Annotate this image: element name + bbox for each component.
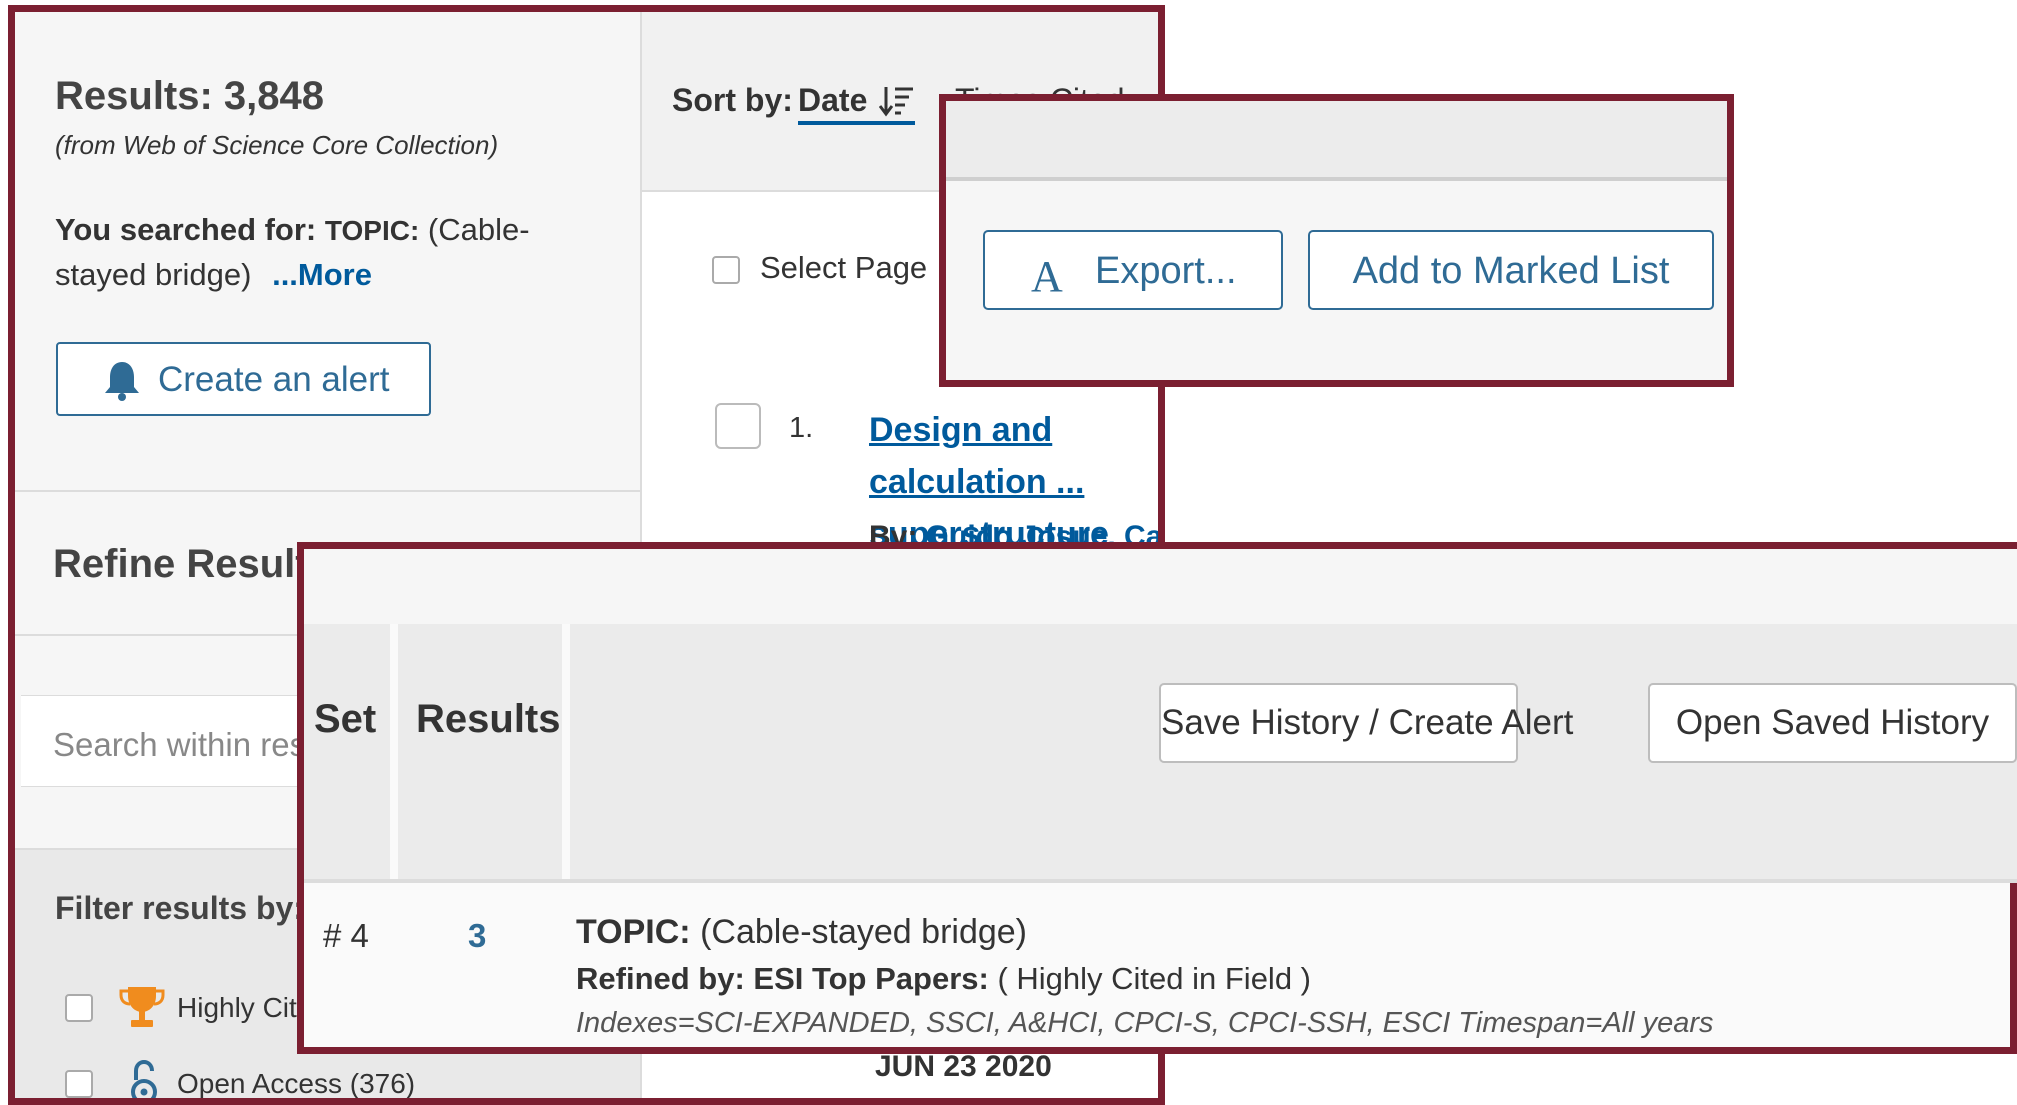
- history-result-count-link[interactable]: 3: [468, 917, 486, 955]
- export-label: Export...: [1095, 250, 1237, 292]
- save-history-button[interactable]: Save History / Create Alert: [1159, 683, 1574, 763]
- open-saved-history-label: Open Saved History: [1675, 703, 1990, 742]
- sort-date-label: Date: [798, 82, 868, 118]
- searched-field: TOPIC:: [324, 215, 420, 246]
- filter-open-access[interactable]: Open Access (376): [177, 1068, 415, 1098]
- divider: [304, 879, 2017, 883]
- open-saved-history-button[interactable]: Open Saved History: [1648, 683, 2017, 763]
- results-source: (from Web of Science Core Collection): [55, 130, 499, 160]
- search-history-panel: Set Results Save History / Create Alert …: [297, 542, 2017, 1054]
- highly-cited-checkbox[interactable]: [65, 994, 93, 1022]
- record-checkbox[interactable]: [715, 403, 761, 449]
- filter-label: Filter results by:: [55, 890, 304, 926]
- select-page-checkbox[interactable]: [712, 256, 740, 284]
- history-set-number: # 4: [323, 917, 369, 954]
- refined-label: Refined by: ESI Top Papers:: [576, 961, 989, 996]
- topic-value: (Cable-stayed bridge): [700, 913, 1027, 951]
- divider: [15, 490, 642, 492]
- sort-label: Sort by:: [672, 82, 793, 118]
- refine-title: Refine Results: [53, 542, 331, 586]
- history-refined: Refined by: ESI Top Papers: ( Highly Cit…: [576, 961, 1311, 997]
- export-panel: A Export... Add to Marked List: [939, 94, 1734, 387]
- open-access-checkbox[interactable]: [65, 1070, 93, 1098]
- text-a-icon: A: [1031, 252, 1063, 301]
- results-header: Results: [416, 697, 561, 741]
- select-page-label[interactable]: Select Page: [760, 250, 927, 286]
- export-button[interactable]: A Export...: [983, 230, 1283, 310]
- set-header: Set: [314, 697, 377, 741]
- results-count: Results: 3,848: [55, 74, 325, 118]
- trophy-icon: [118, 984, 166, 1030]
- add-to-marked-list-button[interactable]: Add to Marked List: [1308, 230, 1714, 310]
- save-history-label: Save History / Create Alert: [1161, 703, 1574, 742]
- bell-icon: [102, 360, 142, 402]
- search-summary: You searched for: TOPIC: (Cable-stayed b…: [55, 208, 595, 297]
- history-topic: TOPIC: (Cable-stayed bridge): [576, 913, 1027, 952]
- searched-label: You searched for:: [55, 212, 317, 247]
- refined-value: ( Highly Cited in Field ): [997, 961, 1311, 996]
- history-header-pad: [304, 549, 2017, 624]
- export-toolbar: [946, 101, 1727, 181]
- topic-label: TOPIC:: [576, 913, 691, 951]
- history-indexes: Indexes=SCI-EXPANDED, SSCI, A&HCI, CPCI-…: [576, 1007, 1714, 1039]
- create-alert-button[interactable]: Create an alert: [56, 342, 431, 416]
- sort-date-option[interactable]: Date: [798, 82, 916, 125]
- add-to-marked-list-label: Add to Marked List: [1352, 250, 1670, 292]
- results-column-header: [398, 624, 562, 879]
- sort-descending-icon: [879, 85, 915, 117]
- open-access-icon: [127, 1060, 161, 1098]
- record-date: JUN 23 2020: [875, 1050, 1052, 1083]
- create-alert-label: Create an alert: [158, 360, 390, 399]
- more-link[interactable]: ...More: [272, 257, 372, 292]
- set-column-header: [304, 624, 390, 879]
- search-within-input[interactable]: Search within results: [21, 695, 321, 787]
- record-number: 1.: [789, 412, 814, 444]
